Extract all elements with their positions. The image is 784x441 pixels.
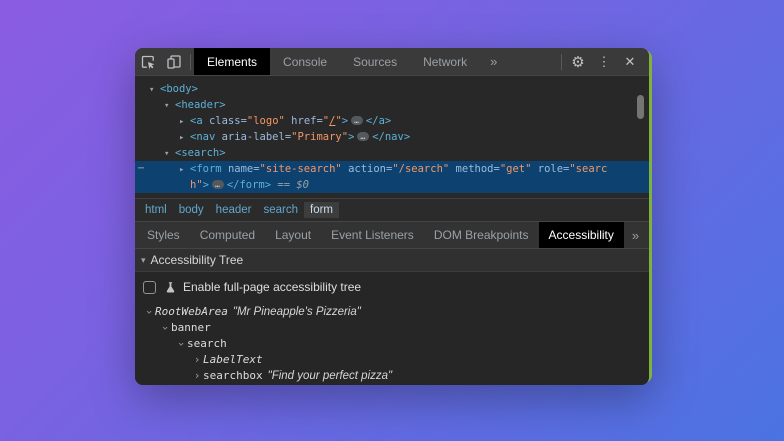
dom-tree-row[interactable]: ⋯▸<form name="site-search" action="/sear… [135,161,649,177]
a11y-node-banner[interactable]: ›banner [135,320,649,336]
dom-tree-row[interactable]: h">…</form> == $0 [135,177,649,193]
breadcrumb-item-header[interactable]: header [210,202,258,218]
toolbar-divider [561,54,562,70]
a11y-node-search[interactable]: ›search [135,336,649,352]
close-icon[interactable]: ✕ [617,48,643,75]
collapsed-content-icon: … [357,132,369,141]
devtools-toolbar: ElementsConsoleSourcesNetwork » ⚙ ⋮ ✕ [135,48,649,76]
tab-accessibility[interactable]: Accessibility [539,222,624,248]
chevron-down-icon[interactable]: › [173,338,189,350]
dom-tree: ▾<body>▾<header>▸<a class="logo" href="/… [135,76,649,198]
sidebar-tabs: StylesComputedLayoutEvent ListenersDOM B… [137,222,624,248]
toolbar-right-controls: ⚙ ⋮ ✕ [558,48,649,75]
scrollbar-thumb[interactable] [637,95,644,119]
toolbar-divider [190,54,191,70]
more-tabs-icon[interactable]: » [480,48,507,75]
tab-styles[interactable]: Styles [137,222,190,248]
tab-layout[interactable]: Layout [265,222,321,248]
dom-tree-row[interactable]: ▾<header> [135,97,649,113]
section-expand-icon: ▾ [141,255,146,266]
device-toolbar-icon[interactable] [161,48,187,75]
settings-gear-icon[interactable]: ⚙ [565,48,591,75]
inspect-icon-svg [140,54,156,70]
chevron-down-icon[interactable]: › [141,306,157,318]
devtools-panel: ElementsConsoleSourcesNetwork » ⚙ ⋮ ✕ ▾<… [135,48,649,385]
dom-tree-row[interactable]: ▾<body> [135,81,649,97]
dom-tree-row[interactable]: ▸<a class="logo" href="/">…</a> [135,113,649,129]
tab-dom-breakpoints[interactable]: DOM Breakpoints [424,222,539,248]
breadcrumb-item-body[interactable]: body [173,202,210,218]
accessibility-tree-section-header[interactable]: ▾ Accessibility Tree [135,248,649,272]
kebab-menu-icon[interactable]: ⋮ [591,48,617,75]
accessibility-pane: Enable full-page accessibility tree ›Roo… [135,272,649,385]
collapsed-content-icon: … [351,116,363,125]
tab-elements[interactable]: Elements [194,48,270,75]
more-sidebar-tabs-icon[interactable]: » [624,222,647,248]
devtools-window: ElementsConsoleSourcesNetwork » ⚙ ⋮ ✕ ▾<… [135,48,652,385]
desktop-background: ElementsConsoleSourcesNetwork » ⚙ ⋮ ✕ ▾<… [0,0,784,441]
chevron-right-icon[interactable]: › [191,368,203,384]
sidebar-tab-strip: StylesComputedLayoutEvent ListenersDOM B… [135,221,649,248]
tab-event-listeners[interactable]: Event Listeners [321,222,424,248]
flask-icon [164,281,177,294]
section-title: Accessibility Tree [151,253,244,267]
a11y-node-rootwebarea[interactable]: ›RootWebArea"Mr Pineapple's Pizzeria" [135,304,649,320]
a11y-node-labeltext[interactable]: ›LabelText [135,352,649,368]
dom-tree-row[interactable]: ▾<search> [135,145,649,161]
dom-tree-row[interactable]: ▸<nav aria-label="Primary">…</nav> [135,129,649,145]
inspect-icon[interactable] [135,48,161,75]
tab-sources[interactable]: Sources [340,48,410,75]
chevron-right-icon[interactable]: › [191,352,203,368]
breadcrumb: htmlbodyheadersearchform [135,198,649,221]
breadcrumb-item-html[interactable]: html [139,202,173,218]
main-tab-strip: ElementsConsoleSourcesNetwork [194,48,480,75]
device-toolbar-icon-svg [166,54,182,70]
tab-console[interactable]: Console [270,48,340,75]
full-page-a11y-toggle-row: Enable full-page accessibility tree [135,276,649,298]
accessibility-tree: ›RootWebArea"Mr Pineapple's Pizzeria"›ba… [135,304,649,384]
tab-network[interactable]: Network [410,48,480,75]
collapsed-content-icon: … [212,180,224,189]
breadcrumb-item-search[interactable]: search [257,202,304,218]
breadcrumb-item-form[interactable]: form [304,202,339,218]
tab-computed[interactable]: Computed [190,222,265,248]
dom-tree-rows: ▾<body>▾<header>▸<a class="logo" href="/… [135,81,649,193]
enable-full-page-checkbox[interactable] [143,281,156,294]
checkbox-label: Enable full-page accessibility tree [183,280,361,294]
chevron-down-icon[interactable]: › [157,322,173,334]
a11y-node-searchbox[interactable]: ›searchbox"Find your perfect pizza" [135,368,649,384]
